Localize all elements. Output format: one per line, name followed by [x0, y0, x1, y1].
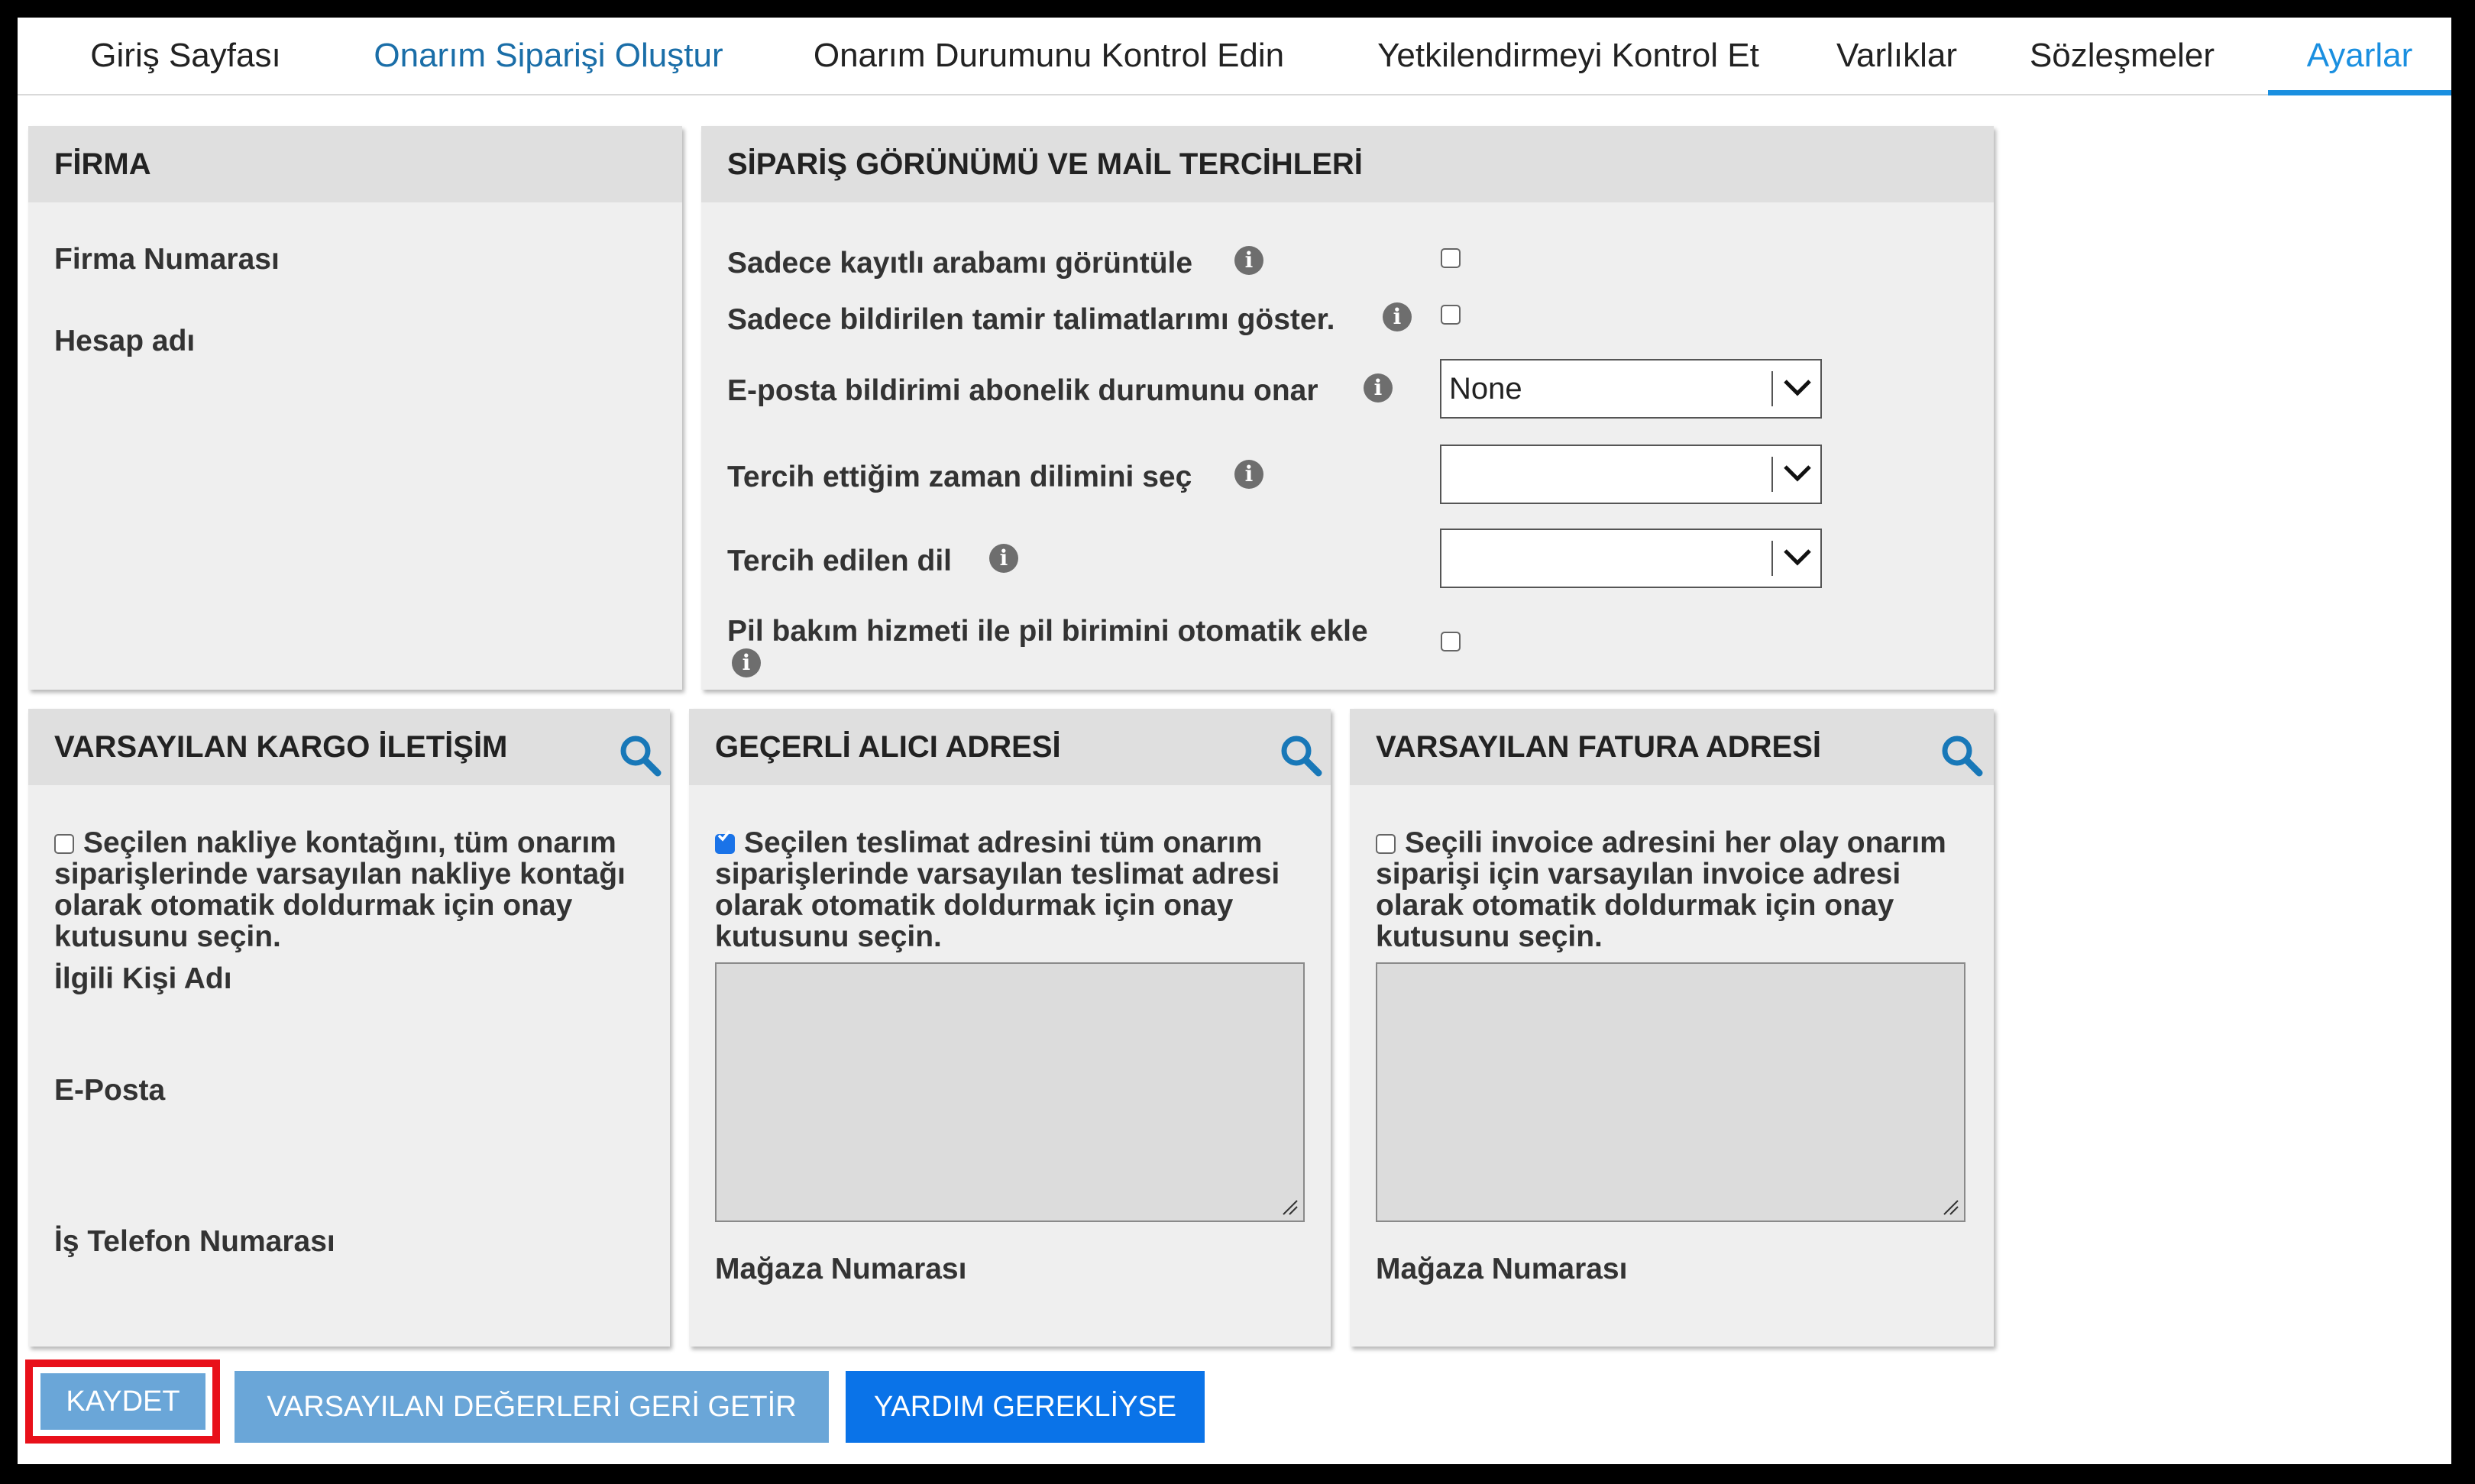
shipping-contact-header: VARSAYILAN KARGO İLETİŞİM: [28, 709, 670, 785]
account-name-label: Hesap adı: [54, 325, 196, 357]
battery-service-label: Pil bakım hizmeti ile pil birimini otoma…: [727, 615, 1368, 648]
work-phone-label: İş Telefon Numarası: [54, 1225, 335, 1258]
resize-handle-icon[interactable]: [1941, 1198, 1959, 1216]
shipping-contact-title: VARSAYILAN KARGO İLETİŞİM: [54, 729, 508, 764]
restore-defaults-button[interactable]: VARSAYILAN DEĞERLERİ GERİ GETİR: [235, 1371, 829, 1443]
top-nav: Giriş Sayfası Onarım Siparişi Oluştur On…: [18, 18, 2451, 95]
info-icon[interactable]: i: [1383, 302, 1412, 331]
info-icon[interactable]: i: [1364, 373, 1393, 403]
tab-create-repair-order[interactable]: Onarım Siparişi Oluştur: [338, 18, 759, 94]
recipient-address-checkbox-text: Seçilen teslimat adresini tüm onarım sip…: [715, 826, 1280, 953]
shipping-contact-default-option: Seçilen nakliye kontağını, tüm onarım si…: [54, 827, 650, 952]
firma-number-label: Firma Numarası: [54, 243, 280, 276]
recipient-address-default-option: Seçilen teslimat adresini tüm onarım sip…: [715, 827, 1311, 952]
email-notification-select[interactable]: None: [1440, 359, 1822, 419]
invoice-address-default-option: Seçili invoice adresini her olay onarım …: [1376, 827, 1972, 952]
tab-check-authorization[interactable]: Yetkilendirmeyi Kontrol Et: [1339, 18, 1797, 94]
order-preferences-header: SİPARİŞ GÖRÜNÜMÜ VE MAİL TERCİHLERİ: [701, 126, 1994, 202]
invoice-address-title: VARSAYILAN FATURA ADRESİ: [1376, 729, 1822, 764]
language-label: Tercih edilen dil: [727, 545, 953, 577]
chevron-down-icon: [1784, 465, 1811, 482]
recipient-address-title: GEÇERLİ ALICI ADRESİ: [715, 729, 1061, 764]
info-icon[interactable]: i: [1234, 460, 1263, 489]
tab-check-repair-status[interactable]: Onarım Durumunu Kontrol Edin: [781, 18, 1316, 94]
tab-settings[interactable]: Ayarlar: [2268, 18, 2451, 95]
invoice-address-textarea[interactable]: [1376, 962, 1965, 1222]
tab-home[interactable]: Giriş Sayfası: [63, 18, 308, 94]
search-icon[interactable]: [618, 733, 662, 778]
settings-page: Giriş Sayfası Onarım Siparişi Oluştur On…: [18, 18, 2451, 1464]
firma-panel: FİRMA Firma Numarası Hesap adı: [28, 126, 682, 690]
tab-assets[interactable]: Varlıklar: [1820, 18, 1973, 94]
info-icon[interactable]: i: [989, 544, 1018, 573]
registered-car-label: Sadece kayıtlı arabamı görüntüle: [727, 247, 1193, 280]
recipient-address-header: GEÇERLİ ALICI ADRESİ: [689, 709, 1331, 785]
recipient-address-checkbox[interactable]: [715, 829, 735, 854]
store-number-label: Mağaza Numarası: [715, 1253, 967, 1285]
info-icon[interactable]: i: [732, 648, 761, 677]
battery-service-checkbox[interactable]: [1441, 632, 1461, 651]
search-icon[interactable]: [1940, 733, 1984, 778]
language-select[interactable]: [1440, 529, 1822, 588]
search-icon[interactable]: [1279, 733, 1323, 778]
invoice-address-checkbox[interactable]: [1376, 834, 1396, 854]
order-preferences-panel: SİPARİŞ GÖRÜNÜMÜ VE MAİL TERCİHLERİ Sade…: [701, 126, 1994, 690]
firma-title: FİRMA: [54, 147, 151, 181]
registered-car-checkbox[interactable]: [1441, 248, 1461, 268]
invoice-address-checkbox-text: Seçili invoice adresini her olay onarım …: [1376, 826, 1946, 953]
email-label: E-Posta: [54, 1074, 166, 1107]
firma-panel-header: FİRMA: [28, 126, 682, 202]
chevron-down-icon: [1784, 380, 1811, 396]
invoice-address-panel: VARSAYILAN FATURA ADRESİ Seçili invoice …: [1350, 709, 1994, 1347]
shipping-contact-checkbox-text: Seçilen nakliye kontağını, tüm onarım si…: [54, 826, 626, 953]
repair-instructions-label: Sadece bildirilen tamir talimatlarımı gö…: [727, 303, 1335, 336]
shipping-contact-checkbox[interactable]: [54, 834, 74, 854]
info-icon[interactable]: i: [1234, 246, 1263, 275]
chevron-down-icon: [1784, 549, 1811, 566]
tab-contracts[interactable]: Sözleşmeler: [2011, 18, 2233, 94]
email-notification-value: None: [1449, 371, 1522, 406]
invoice-address-header: VARSAYILAN FATURA ADRESİ: [1350, 709, 1994, 785]
contact-name-label: İlgili Kişi Adı: [54, 962, 232, 995]
shipping-contact-panel: VARSAYILAN KARGO İLETİŞİM Seçilen nakliy…: [28, 709, 670, 1347]
save-button[interactable]: KAYDET: [40, 1373, 205, 1430]
recipient-address-textarea[interactable]: [715, 962, 1305, 1222]
order-preferences-title: SİPARİŞ GÖRÜNÜMÜ VE MAİL TERCİHLERİ: [727, 147, 1363, 181]
email-notification-label: E-posta bildirimi abonelik durumunu onar: [727, 374, 1318, 407]
recipient-address-panel: GEÇERLİ ALICI ADRESİ Seçilen teslimat ad…: [689, 709, 1331, 1347]
timezone-label: Tercih ettiğim zaman dilimini seç: [727, 461, 1192, 493]
timezone-select[interactable]: [1440, 445, 1822, 504]
help-button[interactable]: YARDIM GEREKLİYSE: [846, 1371, 1205, 1443]
store-number-label: Mağaza Numarası: [1376, 1253, 1628, 1285]
resize-handle-icon[interactable]: [1280, 1198, 1299, 1216]
repair-instructions-checkbox[interactable]: [1441, 305, 1461, 325]
